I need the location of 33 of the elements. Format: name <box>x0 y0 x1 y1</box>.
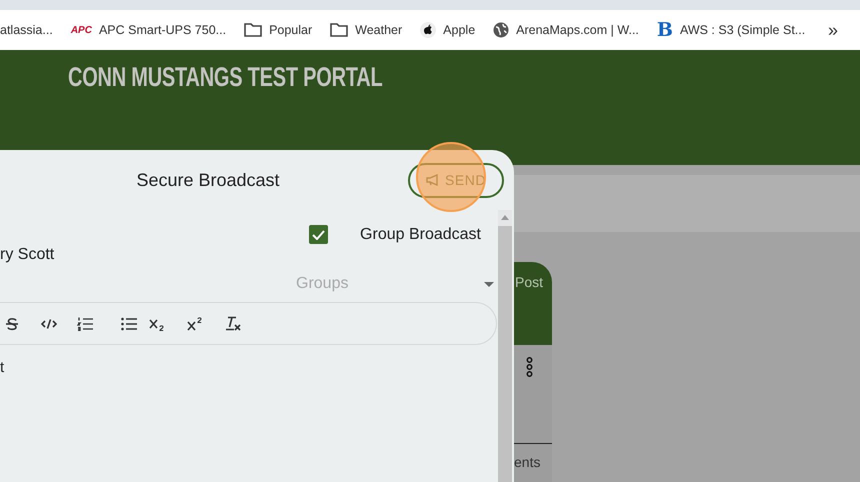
folder-icon <box>244 23 262 37</box>
portal-title: CONN MUSTANGS TEST PORTAL <box>68 62 382 93</box>
apc-logo: APC <box>70 24 92 36</box>
bookmark-link[interactable]: atlassia... <box>0 23 53 37</box>
folder-icon <box>330 23 348 37</box>
strikethrough-icon[interactable] <box>5 316 19 330</box>
subscript-icon[interactable] <box>149 316 165 330</box>
bookmark-link[interactable]: Weather <box>355 23 402 37</box>
recipient-name: ry Scott <box>0 246 56 265</box>
superscript-icon[interactable] <box>187 316 203 330</box>
bullet-list-icon[interactable] <box>121 316 137 330</box>
checkmark-icon <box>312 230 326 240</box>
clear-format-icon[interactable] <box>225 316 241 331</box>
bookmark-link[interactable]: Apple <box>443 23 476 37</box>
dialog-title: Secure Broadcast <box>135 170 281 190</box>
apple-icon <box>420 22 436 38</box>
scrollbar[interactable] <box>498 210 512 482</box>
bookmark-link[interactable]: ArenaMaps.com | W... <box>516 23 639 37</box>
more-options-icon[interactable] <box>526 357 533 377</box>
megaphone-icon <box>426 174 440 186</box>
bookmark-link[interactable]: Popular <box>269 23 312 37</box>
checkbox-label: Group Broadcast <box>360 226 481 244</box>
message-text: t <box>0 359 4 376</box>
section-label: ents <box>514 454 542 470</box>
code-icon[interactable] <box>41 318 57 330</box>
group-broadcast-checkbox[interactable] <box>309 225 328 244</box>
bookmark-link[interactable]: AWS : S3 (Simple St... <box>680 23 806 37</box>
ordered-list-icon[interactable] <box>77 316 93 330</box>
dropdown-caret-icon <box>484 282 494 286</box>
bookmark-link[interactable]: APC Smart-UPS 750... <box>98 23 226 37</box>
globe-icon <box>493 22 510 38</box>
b-logo: B <box>656 19 673 41</box>
more-bookmarks-button[interactable]: » <box>828 20 838 40</box>
